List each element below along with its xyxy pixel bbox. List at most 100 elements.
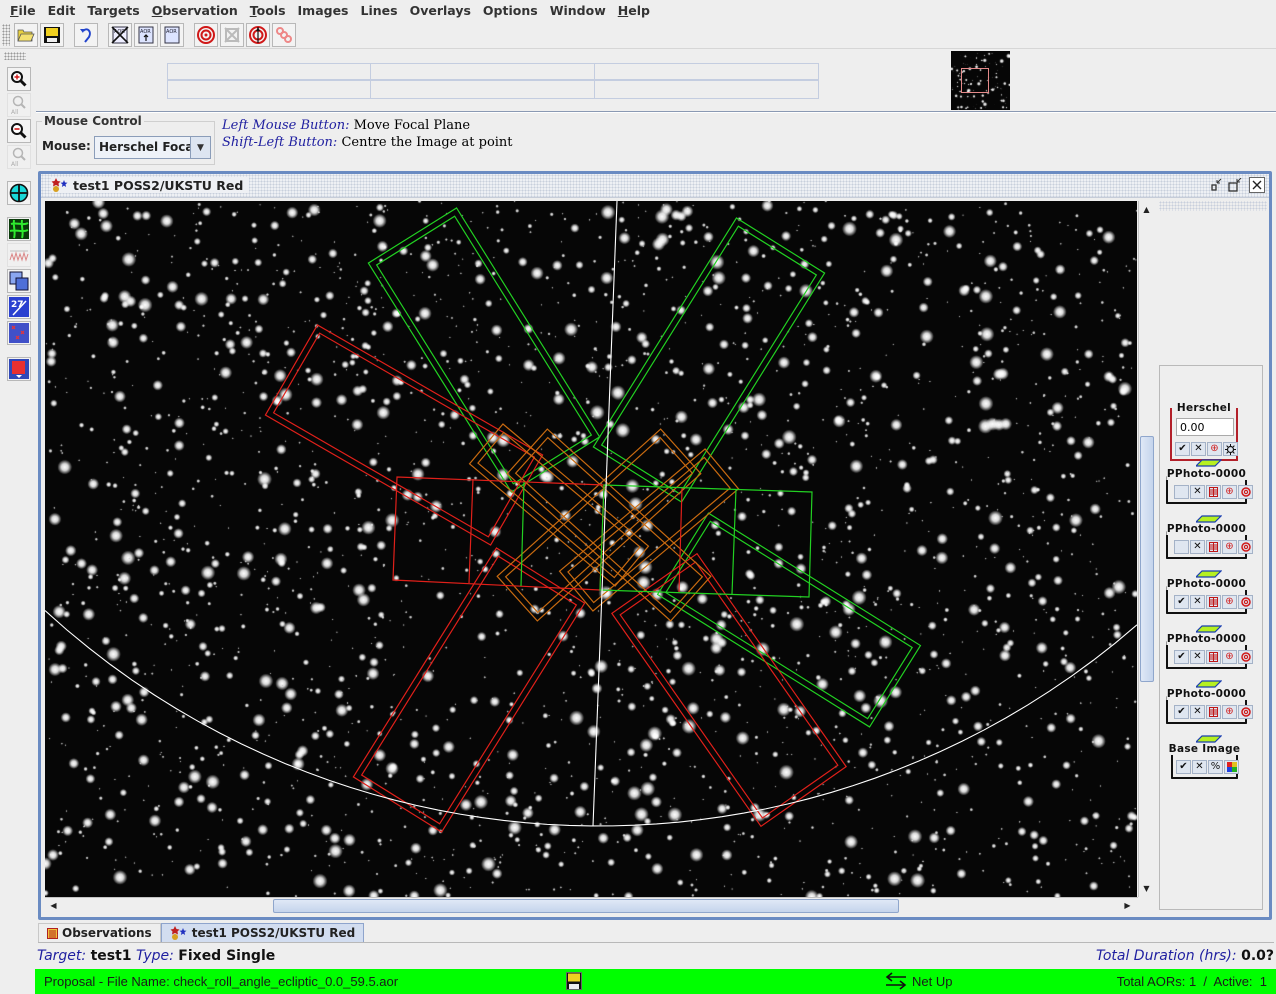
scroll-right-arrow[interactable]: ▶ (1120, 898, 1135, 913)
menu-file[interactable]: File (4, 3, 42, 18)
center-layer-button[interactable]: ⊕ (1222, 485, 1237, 499)
crosshair-button[interactable] (7, 181, 31, 205)
color-button[interactable] (1238, 540, 1253, 554)
menu-lines[interactable]: Lines (355, 3, 404, 18)
zoom-out-all-icon: All (11, 147, 26, 167)
layer-buttons: ✔ ✕ ⊕ (1175, 442, 1239, 456)
target-disabled-button[interactable] (220, 22, 244, 47)
visible-check-button[interactable]: ✔ (1175, 442, 1190, 456)
delete-layer-button[interactable]: ✕ (1190, 540, 1205, 554)
tab-image-view[interactable]: test1 POSS2/UKSTU Red (160, 923, 365, 942)
color-button[interactable] (1238, 485, 1253, 499)
frame-title-bar[interactable]: test1 POSS2/UKSTU Red (41, 174, 1269, 198)
menu-observation[interactable]: Observation (146, 3, 244, 18)
scroll-down-arrow[interactable]: ▼ (1139, 881, 1154, 896)
color-button[interactable] (1238, 595, 1253, 609)
layer-pphoto: PPhoto-0000 ✔ ✕ ⊕ (1165, 688, 1253, 724)
tab-observations[interactable]: Observations (38, 923, 161, 942)
menu-overlays[interactable]: Overlays (404, 3, 477, 18)
delete-layer-button[interactable]: ✕ (1192, 760, 1207, 774)
colormap-button[interactable] (1224, 760, 1239, 774)
center-layer-button[interactable]: ⊕ (1222, 540, 1237, 554)
visible-check-button[interactable] (1174, 540, 1189, 554)
info-cell (168, 64, 371, 81)
iconify-button[interactable] (1209, 177, 1225, 193)
image-download-button[interactable] (7, 357, 31, 381)
delete-layer-button[interactable]: ✕ (1190, 650, 1205, 664)
menu-targets[interactable]: Targets (81, 3, 145, 18)
spectrum-button[interactable] (7, 243, 31, 267)
layer-herschel: Herschel ✔ ✕ ⊕ (1170, 402, 1239, 461)
horizontal-scroll-thumb[interactable] (273, 899, 900, 913)
maximize-button[interactable] (1227, 177, 1243, 193)
save-button[interactable] (40, 22, 64, 47)
status-save-button[interactable] (566, 972, 582, 993)
zoom-out-all-button[interactable]: All (7, 145, 31, 169)
layer-base-image: Base Image ✔ ✕% (1167, 743, 1242, 779)
menu-edit[interactable]: Edit (42, 3, 82, 18)
left-toolbar-grip[interactable] (4, 52, 26, 60)
table-button[interactable] (1206, 595, 1221, 609)
delete-aor-icon: AOR (111, 25, 129, 44)
menu-options[interactable]: Options (477, 3, 544, 18)
menu-help[interactable]: Help (612, 3, 656, 18)
visible-check-button[interactable]: ✔ (1174, 705, 1189, 719)
visible-check-button[interactable] (1174, 485, 1189, 499)
delete-layer-button[interactable]: ✕ (1191, 442, 1206, 456)
zoom-in-all-button[interactable]: All (7, 93, 31, 117)
delete-aor-button[interactable]: AOR (108, 22, 132, 47)
layer-buttons: ✔ ✕% (1176, 760, 1240, 774)
horizontal-scrollbar[interactable]: ◀ ▶ (45, 897, 1138, 914)
vertical-scrollbar[interactable]: ▲ ▼ (1138, 201, 1155, 897)
center-layer-button[interactable]: ⊕ (1207, 442, 1222, 456)
color-button[interactable] (1238, 705, 1253, 719)
zoom-in-button[interactable] (7, 67, 31, 91)
layers-button[interactable] (7, 269, 31, 293)
hint-row: Shift-Left Button: Centre the Image at p… (222, 134, 513, 151)
layer-pphoto: PPhoto-0000 ✕ ⊕ (1165, 468, 1253, 504)
menu-tools[interactable]: Tools (244, 3, 292, 18)
center-layer-button[interactable]: ⊕ (1222, 705, 1237, 719)
red-footprint-lower-left (352, 547, 586, 833)
center-layer-button[interactable]: ⊕ (1222, 650, 1237, 664)
scroll-left-arrow[interactable]: ◀ (46, 898, 61, 913)
table-button[interactable] (1206, 650, 1221, 664)
scroll-up-arrow[interactable]: ▲ (1139, 202, 1154, 217)
gear-icon (1225, 443, 1236, 455)
sky-image-view[interactable] (45, 201, 1137, 897)
menu-window[interactable]: Window (544, 3, 612, 18)
toolbar-grip[interactable] (2, 24, 10, 46)
chain-link-button[interactable] (272, 22, 296, 47)
close-frame-button[interactable] (1249, 177, 1265, 193)
roll-angle-input[interactable] (1176, 418, 1234, 436)
target-north-button[interactable] (246, 22, 270, 47)
settings-button[interactable] (1223, 442, 1238, 456)
delete-layer-button[interactable]: ✕ (1190, 595, 1205, 609)
image-thumbnail-navigator[interactable] (951, 51, 1010, 110)
chevron-down-icon[interactable]: ▼ (190, 137, 210, 158)
catalog-overlay-button[interactable] (7, 321, 31, 345)
color-button[interactable] (1238, 650, 1253, 664)
visible-check-button[interactable]: ✔ (1174, 650, 1189, 664)
undo-button[interactable] (74, 22, 98, 47)
visible-check-button[interactable]: ✔ (1174, 595, 1189, 609)
zoom-out-button[interactable] (7, 119, 31, 143)
thumbnail-view-box[interactable] (961, 68, 989, 93)
number-overlay-button[interactable]: 27 (7, 295, 31, 319)
delete-layer-button[interactable]: ✕ (1190, 485, 1205, 499)
menu-images[interactable]: Images (292, 3, 355, 18)
edit-aor-button[interactable]: AOR (160, 22, 184, 47)
center-layer-button[interactable]: ⊕ (1222, 595, 1237, 609)
table-button[interactable] (1206, 540, 1221, 554)
table-button[interactable] (1206, 485, 1221, 499)
table-button[interactable] (1206, 705, 1221, 719)
vertical-scroll-thumb[interactable] (1140, 436, 1154, 682)
mouse-mode-select[interactable]: Herschel Focal ▼ (94, 136, 211, 159)
grid-overlay-button[interactable] (7, 217, 31, 241)
delete-layer-button[interactable]: ✕ (1190, 705, 1205, 719)
target-button[interactable] (194, 22, 218, 47)
stretch-percent-button[interactable]: % (1208, 760, 1223, 774)
visible-check-button[interactable]: ✔ (1176, 760, 1191, 774)
open-file-button[interactable] (14, 22, 38, 47)
new-aor-button[interactable]: AOR (134, 22, 158, 47)
